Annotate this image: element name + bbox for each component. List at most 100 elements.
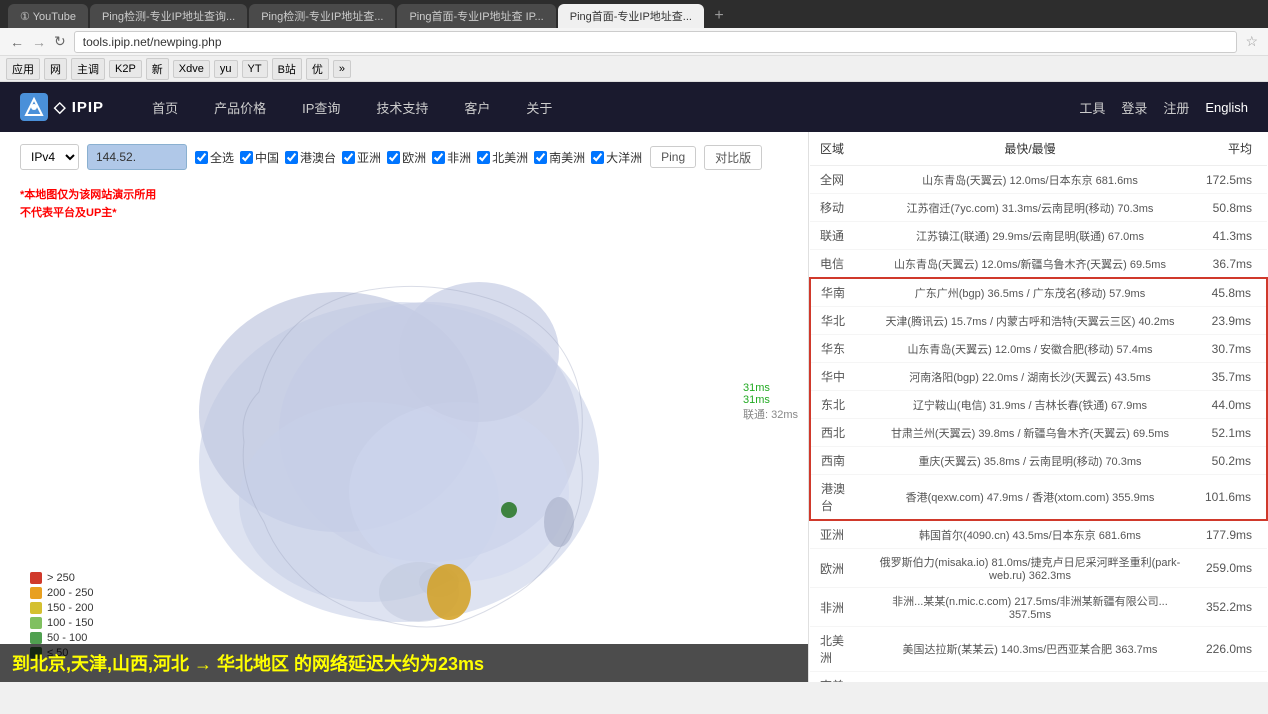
legend-item-100-150: 100 - 150: [30, 617, 93, 629]
toolbar-new[interactable]: 新: [146, 58, 169, 80]
avg-cell: 50.2ms: [1195, 447, 1267, 475]
map-stats: 31ms 31ms 联通: 32ms: [743, 382, 798, 422]
region-cell: 华中: [810, 363, 865, 391]
address-input[interactable]: [74, 31, 1238, 53]
map-svg: [79, 192, 729, 672]
speed-cell: 俄罗斯伯力(misaka.io) 81.0ms/捷克卢日尼采河畔圣重利(park…: [865, 549, 1195, 588]
new-tab-button[interactable]: +: [706, 4, 732, 28]
nav-english[interactable]: English: [1205, 100, 1248, 115]
region-cell: 西北: [810, 419, 865, 447]
region-cell: 华南: [810, 278, 865, 307]
table-row: 港澳台香港(qexw.com) 47.9ms / 香港(xtom.com) 35…: [810, 475, 1267, 521]
region-cell: 电信: [810, 250, 865, 279]
checkbox-europe[interactable]: 欧洲: [387, 149, 426, 166]
speed-cell: 江苏宿迁(7yc.com) 31.3ms/云南昆明(移动) 70.3ms: [865, 194, 1195, 222]
legend-color-250plus: [30, 572, 42, 584]
avg-cell: 41.3ms: [1195, 222, 1267, 250]
speed-cell: 山东青岛(天翼云) 12.0ms/新疆乌鲁木齐(天翼云) 69.5ms: [865, 250, 1195, 279]
logo: ◇ IPIP: [20, 93, 104, 121]
tab-ping1[interactable]: Ping检测-专业IP地址查询...: [90, 4, 247, 28]
legend-item-250plus: > 250: [30, 572, 93, 584]
avg-cell: 23.9ms: [1195, 307, 1267, 335]
avg-cell: 352.2ms: [1195, 588, 1267, 627]
table-row: 全网山东青岛(天翼云) 12.0ms/日本东京 681.6ms172.5ms: [810, 166, 1267, 194]
tab-youtube[interactable]: ① YouTube: [8, 4, 88, 28]
compare-button[interactable]: 对比版: [704, 145, 762, 170]
checkbox-asia[interactable]: 亚洲: [342, 149, 381, 166]
checkbox-group: 全选 中国 港澳台 亚洲 欧洲 非洲 北美洲 南美洲 大洋洲: [195, 149, 642, 166]
toolbar-yt[interactable]: YT: [242, 60, 268, 78]
region-cell: 华北: [810, 307, 865, 335]
table-row: 非洲非洲...某某(n.mic.c.com) 217.5ms/非洲某新疆有限公司…: [810, 588, 1267, 627]
browser-toolbar: 应用 网 主调 K2P 新 Xdve yu YT B站 优 »: [0, 56, 1268, 82]
region-cell: 全网: [810, 166, 865, 194]
nav-login[interactable]: 登录: [1121, 98, 1147, 117]
table-row: 西南重庆(天翼云) 35.8ms / 云南昆明(移动) 70.3ms50.2ms: [810, 447, 1267, 475]
table-row: 南美洲巴西圣保罗内心 321.5ms/阿根廷布宜诺斯艾利斯(latincloud…: [810, 672, 1267, 683]
toolbar-more[interactable]: »: [333, 60, 351, 78]
nav-about[interactable]: 关于: [518, 93, 560, 122]
checkbox-namerica[interactable]: 北美洲: [477, 149, 528, 166]
region-cell: 南美洲: [810, 672, 865, 683]
checkbox-all[interactable]: 全选: [195, 149, 234, 166]
toolbar-dve[interactable]: Xdve: [173, 60, 210, 78]
table-row: 东北辽宁鞍山(电信) 31.9ms / 吉林长春(铁通) 67.9ms44.0m…: [810, 391, 1267, 419]
speed-cell: 广东广州(bgp) 36.5ms / 广东茂名(移动) 57.9ms: [865, 278, 1195, 307]
tab-ping3[interactable]: Ping首面-专业IP地址查 IP...: [397, 4, 555, 28]
avg-cell: 52.1ms: [1195, 419, 1267, 447]
checkbox-samerica[interactable]: 南美洲: [534, 149, 585, 166]
nav-client[interactable]: 客户: [456, 93, 498, 122]
toolbar-main[interactable]: 主调: [71, 58, 105, 80]
checkbox-oceania[interactable]: 大洋洲: [591, 149, 642, 166]
nav-home[interactable]: 首页: [144, 93, 186, 122]
toolbar-b[interactable]: B站: [272, 58, 302, 80]
star-button[interactable]: ☆: [1245, 33, 1258, 50]
toolbar-apps[interactable]: 应用: [6, 58, 40, 80]
toolbar-you[interactable]: 优: [306, 58, 329, 80]
ip-input[interactable]: [87, 144, 187, 170]
checkbox-hkmacao[interactable]: 港澳台: [285, 149, 336, 166]
reload-button[interactable]: ↻: [54, 33, 66, 50]
table-row: 联通江苏镇江(联通) 29.9ms/云南昆明(联通) 67.0ms41.3ms: [810, 222, 1267, 250]
back-button[interactable]: ←: [10, 34, 24, 50]
logo-text: ◇ IPIP: [54, 98, 104, 116]
navbar: ◇ IPIP 首页 产品价格 IP查询 技术支持 客户 关于 工具 登录 注册 …: [0, 82, 1268, 132]
th-region: 区域: [810, 132, 865, 166]
speed-cell: 巴西圣保罗内心 321.5ms/阿根廷布宜诺斯艾利斯(latincloud.co…: [865, 672, 1195, 683]
speed-cell: 河南洛阳(bgp) 22.0ms / 湖南长沙(天翼云) 43.5ms: [865, 363, 1195, 391]
toolbar-yu[interactable]: yu: [214, 60, 238, 78]
table-area[interactable]: 区域 最快/最慢 平均 全网山东青岛(天翼云) 12.0ms/日本东京 681.…: [808, 132, 1268, 682]
tab-ping2[interactable]: Ping检测-专业IP地址查...: [249, 4, 395, 28]
avg-cell: 379.4ms: [1195, 672, 1267, 683]
region-cell: 华东: [810, 335, 865, 363]
legend-item-150-200: 150 - 200: [30, 602, 93, 614]
nav-pricing[interactable]: 产品价格: [206, 93, 274, 122]
results-table: 区域 最快/最慢 平均 全网山东青岛(天翼云) 12.0ms/日本东京 681.…: [809, 132, 1268, 682]
nav-tools[interactable]: 工具: [1079, 98, 1105, 117]
avg-cell: 36.7ms: [1195, 250, 1267, 279]
toolbar-network[interactable]: 网: [44, 58, 67, 80]
avg-cell: 177.9ms: [1195, 520, 1267, 549]
toolbar-k2p[interactable]: K2P: [109, 60, 142, 78]
tab-ping4[interactable]: Ping首面-专业IP地址查...: [558, 4, 704, 28]
ip-version-select[interactable]: IPv4 IPv6: [20, 144, 79, 170]
speed-cell: 甘肃兰州(天翼云) 39.8ms / 新疆乌鲁木齐(天翼云) 69.5ms: [865, 419, 1195, 447]
avg-cell: 172.5ms: [1195, 166, 1267, 194]
region-cell: 联通: [810, 222, 865, 250]
checkbox-china[interactable]: 中国: [240, 149, 279, 166]
table-row: 华中河南洛阳(bgp) 22.0ms / 湖南长沙(天翼云) 43.5ms35.…: [810, 363, 1267, 391]
table-row: 华北天津(腾讯云) 15.7ms / 内蒙古呼和浩特(天翼云三区) 40.2ms…: [810, 307, 1267, 335]
ping-button[interactable]: Ping: [650, 146, 696, 168]
nav-register[interactable]: 注册: [1163, 98, 1189, 117]
avg-cell: 35.7ms: [1195, 363, 1267, 391]
th-avg: 平均: [1195, 132, 1267, 166]
speed-cell: 山东青岛(天翼云) 12.0ms/日本东京 681.6ms: [865, 166, 1195, 194]
avg-cell: 44.0ms: [1195, 391, 1267, 419]
region-cell: 非洲: [810, 588, 865, 627]
checkbox-africa[interactable]: 非洲: [432, 149, 471, 166]
page-wrapper: ◇ IPIP 首页 产品价格 IP查询 技术支持 客户 关于 工具 登录 注册 …: [0, 82, 1268, 682]
nav-support[interactable]: 技术支持: [368, 93, 436, 122]
nav-right: 工具 登录 注册 English: [1079, 98, 1248, 117]
nav-ip-query[interactable]: IP查询: [294, 93, 348, 122]
forward-button[interactable]: →: [32, 34, 46, 50]
